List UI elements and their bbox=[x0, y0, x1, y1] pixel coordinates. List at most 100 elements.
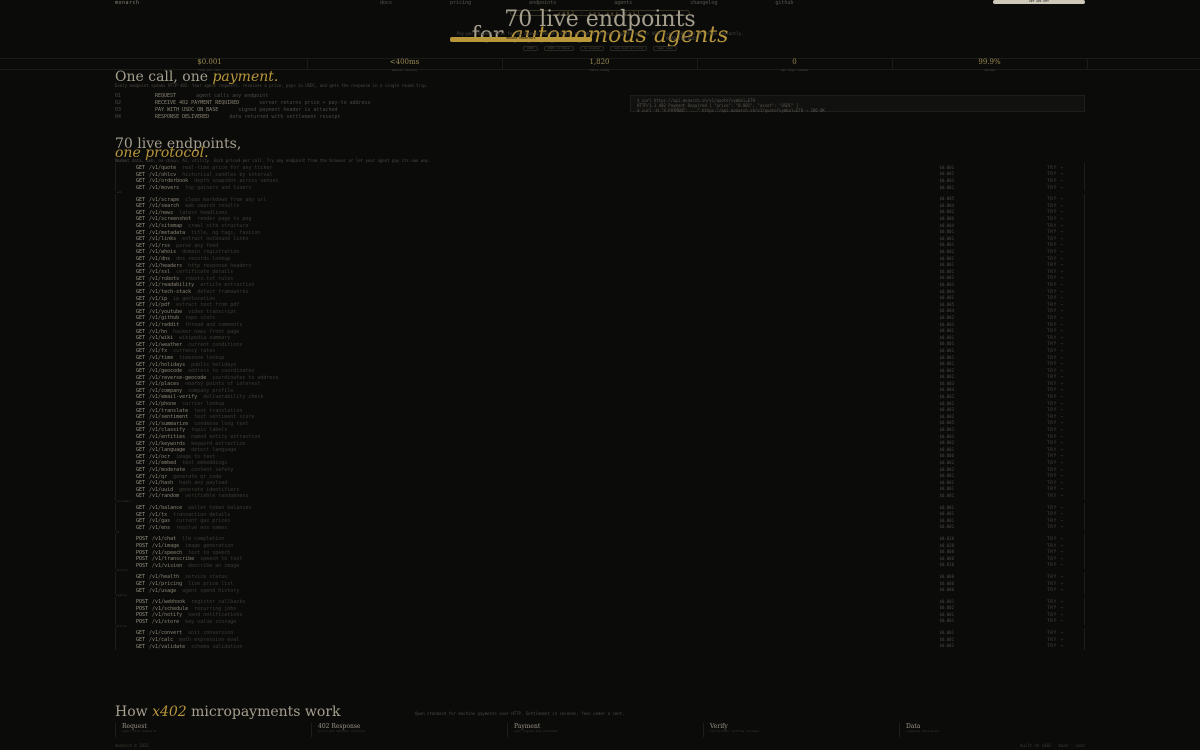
endpoint-row[interactable]: GET/v1/random verifiable randomness $0.001… bbox=[116, 493, 1084, 500]
endpoint-row[interactable]: GET/v1/convert unit conversion $0.001 TRY → bbox=[116, 630, 1084, 637]
endpoint-row[interactable]: POST/v1/image image generation $0.020 TRY → bbox=[116, 543, 1084, 550]
endpoint-row[interactable]: GET/v1/phone carrier lookup $0.002 TRY → bbox=[116, 401, 1084, 408]
endpoint-row[interactable]: GET/v1/links extract outbound links $0.001… bbox=[116, 236, 1084, 243]
endpoint-row[interactable]: GET/v1/embed text embeddings $0.002 TRY → bbox=[116, 460, 1084, 467]
try-endpoint-button[interactable]: TRY → bbox=[1047, 276, 1064, 281]
try-endpoint-button[interactable]: TRY → bbox=[1047, 374, 1064, 380]
endpoint-row[interactable]: GET/v1/orderbook depth snapshot across ve… bbox=[116, 178, 1084, 185]
endpoint-row[interactable]: GET/v1/summarize condense long text $0.005… bbox=[116, 421, 1084, 428]
endpoint-row[interactable]: GET/v1/company company profile $0.004 TRY → bbox=[116, 388, 1084, 395]
try-endpoint-button[interactable]: TRY → bbox=[1047, 518, 1064, 524]
endpoint-row[interactable]: POST/v1/chat llm completion $0.010 TRY → bbox=[116, 536, 1084, 543]
try-endpoint-button[interactable]: TRY → bbox=[1047, 619, 1064, 624]
read-docs-button[interactable]: READ THE DOCS bbox=[622, 36, 742, 42]
endpoint-row[interactable]: GET/v1/metadata title, og tags, favicon $0… bbox=[116, 229, 1084, 236]
endpoint-row[interactable]: GET/v1/weather current conditions $0.001 TR… bbox=[116, 341, 1084, 348]
try-endpoint-button[interactable]: TRY → bbox=[1047, 348, 1064, 354]
try-endpoint-button[interactable]: TRY → bbox=[1047, 381, 1064, 387]
try-endpoint-button[interactable]: TRY → bbox=[1047, 467, 1064, 473]
try-endpoint-button[interactable]: TRY → bbox=[1047, 473, 1064, 479]
try-endpoint-button[interactable]: TRY → bbox=[1047, 203, 1064, 209]
endpoint-row[interactable]: GET/v1/gas current gas prices $0.001 TRY → bbox=[116, 518, 1084, 525]
endpoint-row[interactable]: GET/v1/fx currency rates $0.001 TRY → bbox=[116, 348, 1084, 355]
endpoint-row[interactable]: GET/v1/wiki wikipedia summary $0.001 TRY → bbox=[116, 335, 1084, 342]
try-endpoint-button[interactable]: TRY → bbox=[1047, 269, 1064, 275]
endpoint-row[interactable]: GET/v1/headers http response headers $0.00… bbox=[116, 262, 1084, 269]
try-endpoint-button[interactable]: TRY → bbox=[1047, 388, 1064, 393]
endpoint-row[interactable]: GET/v1/whois domain registration $0.002 TRY… bbox=[116, 249, 1084, 256]
endpoint-row[interactable]: GET/v1/pricing live price list $0.000 TRY → bbox=[116, 581, 1084, 588]
nav-link-endpoints[interactable]: endpoints bbox=[529, 0, 556, 6]
endpoint-row[interactable]: POST/v1/speech text to speech $0.008 TRY → bbox=[116, 549, 1084, 556]
nav-link-docs[interactable]: docs bbox=[380, 0, 392, 6]
nav-link-changelog[interactable]: changelog bbox=[690, 0, 717, 6]
endpoint-row[interactable]: GET/v1/keywords keyword extraction $0.002 T… bbox=[116, 440, 1084, 447]
try-endpoint-button[interactable]: TRY → bbox=[1047, 637, 1064, 643]
try-endpoint-button[interactable]: TRY → bbox=[1047, 454, 1064, 459]
try-endpoint-button[interactable]: TRY → bbox=[1047, 401, 1064, 407]
brand-logo[interactable]: monarch bbox=[115, 0, 140, 6]
try-endpoint-button[interactable]: TRY → bbox=[1047, 172, 1064, 177]
endpoint-row[interactable]: GET/v1/readability article extraction $0.0… bbox=[116, 282, 1084, 289]
endpoint-row[interactable]: GET/v1/reverse-geocode coordinates to add… bbox=[116, 374, 1084, 381]
try-endpoint-button[interactable]: TRY → bbox=[1047, 427, 1064, 433]
endpoint-row[interactable]: GET/v1/calc math expression eval $0.001 TRY… bbox=[116, 637, 1084, 644]
endpoint-row[interactable]: POST/v1/schedule recurring jobs $0.002 TRY … bbox=[116, 605, 1084, 612]
try-endpoint-button[interactable]: TRY → bbox=[1047, 328, 1064, 334]
try-endpoint-button[interactable]: TRY → bbox=[1047, 335, 1064, 341]
endpoint-row[interactable]: POST/v1/vision describe an image $0.010 TRY… bbox=[116, 562, 1084, 569]
endpoint-row[interactable]: GET/v1/qr generate qr code $0.001 TRY → bbox=[116, 473, 1084, 480]
try-endpoint-button[interactable]: TRY → bbox=[1047, 421, 1064, 426]
try-endpoint-button[interactable]: TRY → bbox=[1047, 440, 1064, 446]
endpoint-row[interactable]: GET/v1/youtube video transcript $0.004 TRY … bbox=[116, 308, 1084, 315]
endpoint-row[interactable]: GET/v1/health service status $0.000 TRY → bbox=[116, 574, 1084, 581]
endpoint-row[interactable]: GET/v1/ens resolve ens names $0.001 TRY → bbox=[116, 524, 1084, 531]
endpoint-row[interactable]: GET/v1/news latest headlines $0.002 TRY → bbox=[116, 210, 1084, 217]
nav-link-github[interactable]: github bbox=[775, 0, 793, 6]
try-endpoint-button[interactable]: TRY → bbox=[1047, 262, 1064, 268]
endpoint-row[interactable]: GET/v1/scrape clean markdown from any url… bbox=[116, 196, 1084, 203]
endpoint-row[interactable]: GET/v1/movers top gainers and losers $0.00… bbox=[116, 185, 1084, 192]
endpoint-row[interactable]: POST/v1/webhook register callbacks $0.001 T… bbox=[116, 599, 1084, 606]
try-endpoint-button[interactable]: TRY → bbox=[1047, 322, 1064, 328]
try-endpoint-button[interactable]: TRY → bbox=[1047, 414, 1064, 420]
endpoint-row[interactable]: GET/v1/translate text translation $0.003 TR… bbox=[116, 407, 1084, 414]
try-endpoint-button[interactable]: TRY → bbox=[1047, 243, 1064, 248]
try-endpoint-button[interactable]: TRY → bbox=[1047, 315, 1064, 321]
try-endpoint-button[interactable]: TRY → bbox=[1047, 236, 1064, 242]
endpoint-row[interactable]: GET/v1/holidays public holidays $0.001 TRY … bbox=[116, 361, 1084, 368]
try-endpoint-button[interactable]: TRY → bbox=[1047, 599, 1064, 605]
endpoint-row[interactable]: GET/v1/hn hacker news front page $0.001 TRY… bbox=[116, 328, 1084, 335]
endpoint-row[interactable]: GET/v1/pdf extract text from pdf $0.005 TRY… bbox=[116, 302, 1084, 309]
endpoint-row[interactable]: GET/v1/quote real-time price for any tick… bbox=[116, 165, 1084, 172]
try-endpoint-button[interactable]: TRY → bbox=[1047, 581, 1064, 587]
try-endpoint-button[interactable]: TRY → bbox=[1047, 543, 1064, 549]
endpoint-row[interactable]: GET/v1/entities named entity extraction $0… bbox=[116, 434, 1084, 441]
browse-endpoints-button[interactable]: BROWSE ENDPOINTS bbox=[450, 36, 592, 42]
try-endpoint-button[interactable]: TRY → bbox=[1047, 556, 1064, 562]
endpoint-row[interactable]: GET/v1/geocode address to coordinates $0.0… bbox=[116, 368, 1084, 375]
try-endpoint-button[interactable]: TRY → bbox=[1047, 185, 1064, 191]
try-endpoint-button[interactable]: TRY → bbox=[1047, 563, 1064, 568]
try-endpoint-button[interactable]: TRY → bbox=[1047, 407, 1064, 413]
endpoint-row[interactable]: GET/v1/github repo stats $0.002 TRY → bbox=[116, 315, 1084, 322]
try-endpoint-button[interactable]: TRY → bbox=[1047, 536, 1064, 542]
try-endpoint-button[interactable]: TRY → bbox=[1047, 302, 1064, 308]
endpoint-row[interactable]: GET/v1/hash hash any payload $0.001 TRY → bbox=[116, 480, 1084, 487]
try-endpoint-button[interactable]: TRY → bbox=[1047, 505, 1064, 511]
endpoint-row[interactable]: POST/v1/transcribe speech to text $0.008 TR… bbox=[116, 556, 1084, 563]
try-endpoint-button[interactable]: TRY → bbox=[1047, 282, 1064, 288]
endpoint-row[interactable]: GET/v1/rss parse any feed $0.001 TRY → bbox=[116, 243, 1084, 250]
try-endpoint-button[interactable]: TRY → bbox=[1047, 210, 1064, 215]
try-endpoint-button[interactable]: TRY → bbox=[1047, 643, 1064, 649]
try-endpoint-button[interactable]: TRY → bbox=[1047, 447, 1064, 453]
endpoint-row[interactable]: GET/v1/usage agent spend history $0.000 TRY… bbox=[116, 587, 1084, 594]
nav-link-agents[interactable]: agents bbox=[614, 0, 632, 6]
endpoint-row[interactable]: GET/v1/screenshot render page to png $0.00… bbox=[116, 216, 1084, 223]
try-endpoint-button[interactable]: TRY → bbox=[1047, 256, 1064, 262]
endpoint-row[interactable]: GET/v1/validate schema validation $0.001 TR… bbox=[116, 643, 1084, 650]
try-endpoint-button[interactable]: TRY → bbox=[1047, 295, 1064, 301]
try-endpoint-button[interactable]: TRY → bbox=[1047, 630, 1064, 636]
try-endpoint-button[interactable]: TRY → bbox=[1047, 487, 1064, 492]
endpoint-row[interactable]: GET/v1/language detect language $0.001 TRY … bbox=[116, 447, 1084, 454]
